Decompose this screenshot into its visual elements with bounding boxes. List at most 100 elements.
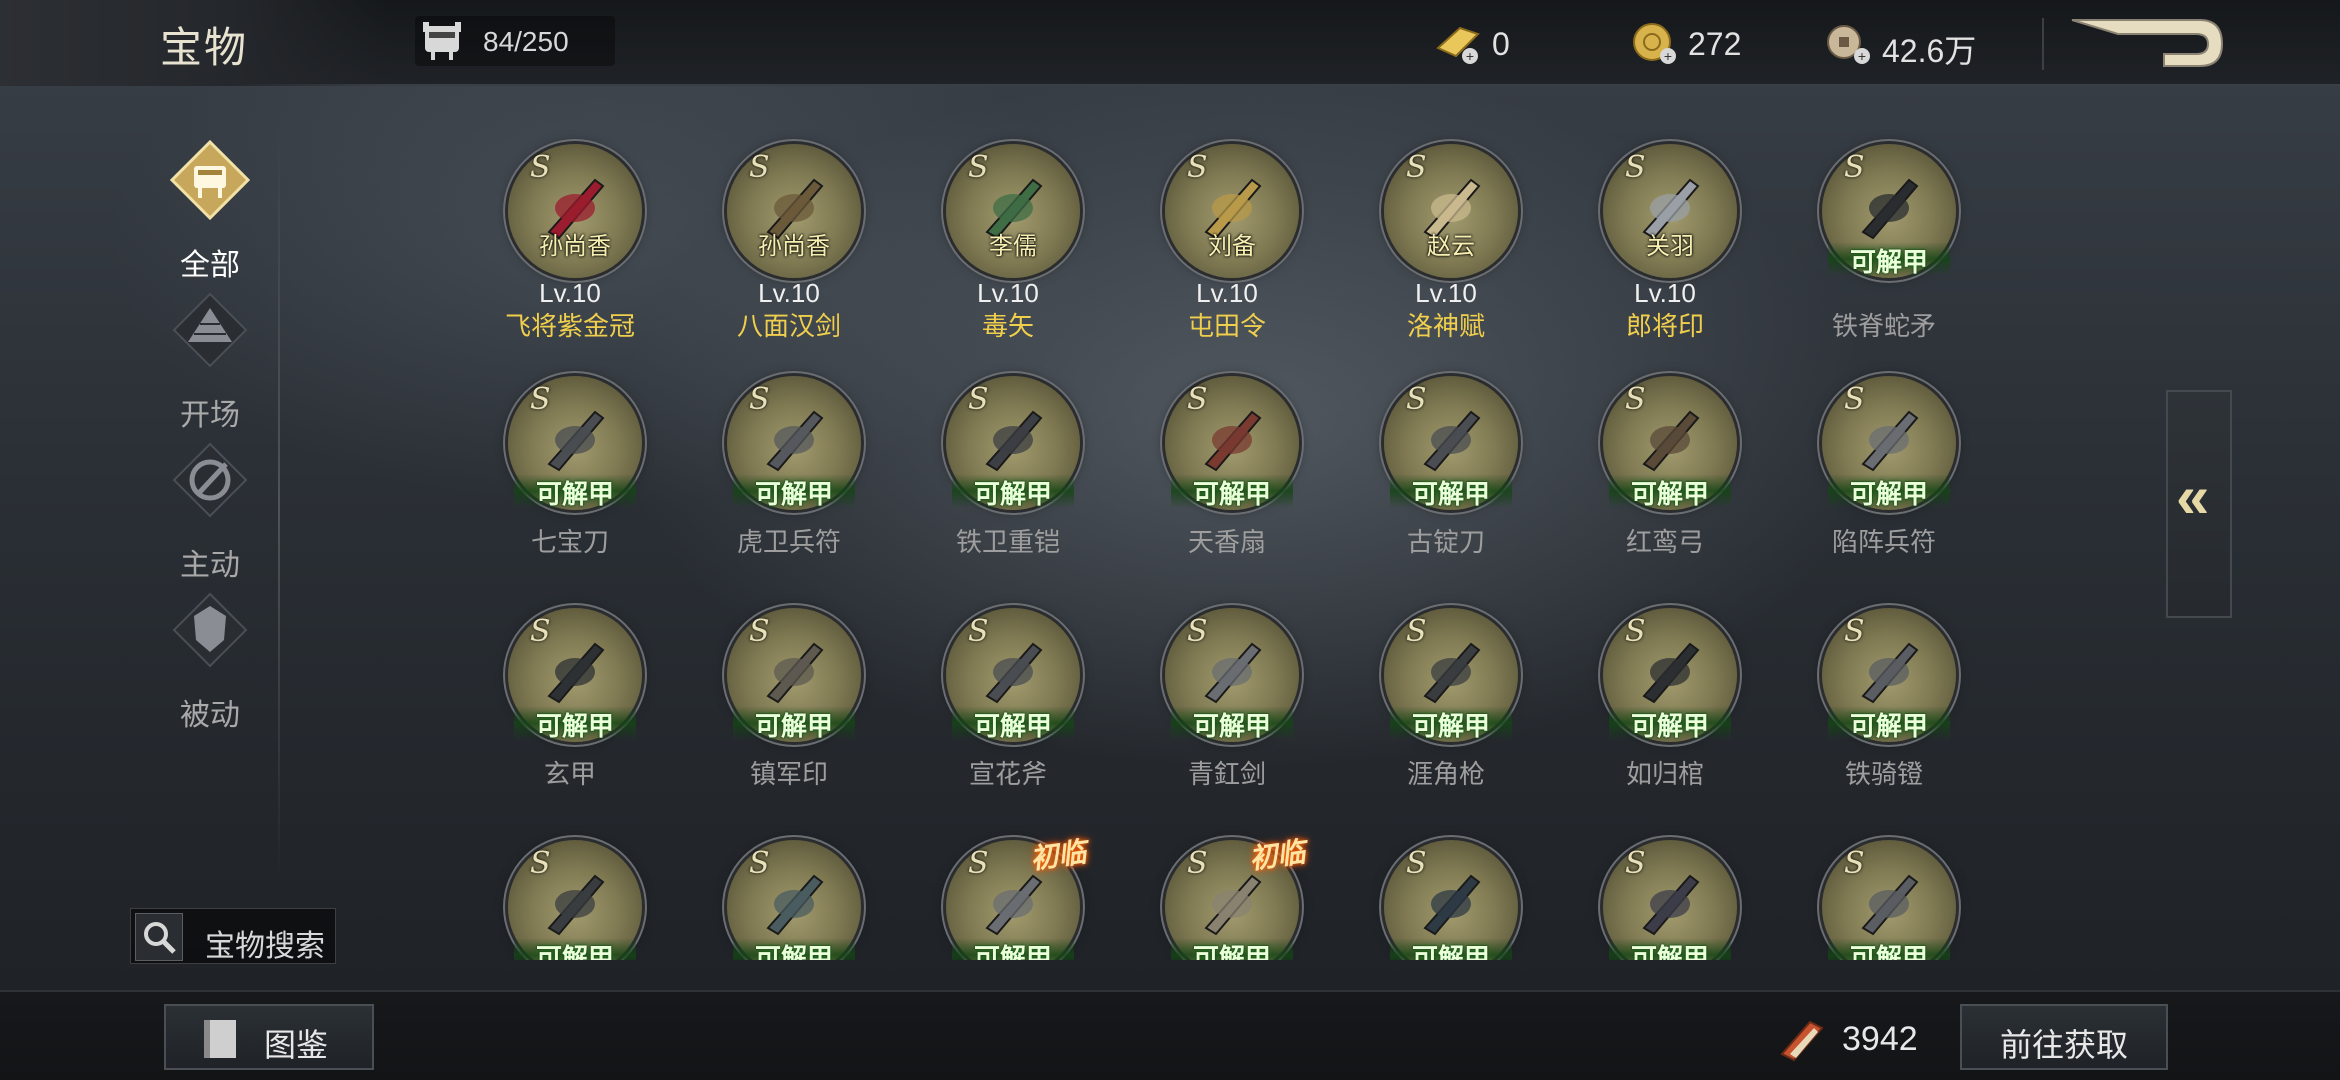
treasure-item[interactable]: S 刘备 Lv.10 屯田令 [1137, 144, 1317, 344]
treasure-level: Lv.10 [1634, 278, 1696, 308]
nav-item-active-skill[interactable]: 主动 [140, 440, 280, 590]
top-bar: 宝物 84/250 + 0 + 272 + 42.6万 [0, 0, 2340, 86]
treasure-item[interactable]: S 可解甲 宣花斧 [918, 608, 1098, 808]
ding-icon [170, 140, 250, 220]
treasure-level: Lv.10 [977, 278, 1039, 308]
treasure-item[interactable]: S 可解甲 如归棺 [1575, 608, 1755, 808]
double-chevron-left-icon: « [2176, 463, 2210, 530]
treasure-item[interactable]: S 可解甲涯角枪 [1356, 608, 1536, 808]
nav-item-opening[interactable]: 开场 [140, 290, 280, 440]
treasure-item[interactable]: S 可解甲 初临 [1137, 836, 1317, 960]
new-arrival-tag: 初临 [1028, 836, 1089, 875]
grade-s-badge: S [1187, 846, 1208, 881]
treasure-item[interactable]: S 孙尚香 Lv.10 八面汉剑 [699, 144, 879, 344]
treasure-orb: S 可解甲 [508, 840, 642, 960]
treasure-search-button[interactable]: 宝物搜索 [130, 908, 336, 964]
unlock-label: 可解甲 [1828, 474, 1950, 509]
equipped-hero-name: 孙尚香 [539, 233, 611, 260]
treasure-item[interactable]: S 孙尚香 Lv.10 飞将紫金冠 [480, 144, 660, 344]
treasure-orb: S 可解甲 [1384, 376, 1518, 510]
unlock-label: 可解甲 [514, 474, 636, 509]
treasure-name: 古锭刀 [1406, 527, 1485, 557]
treasure-orb: S 可解甲 [727, 376, 861, 510]
treasure-name: 七宝刀 [530, 527, 609, 557]
unlock-label: 可解甲 [1828, 938, 1950, 960]
treasure-name: 洛神赋 [1406, 311, 1485, 341]
unlock-label: 可解甲 [514, 706, 636, 741]
treasure-orb: S 孙尚香 [727, 144, 861, 278]
back-arrow-icon[interactable] [2068, 14, 2228, 74]
treasure-item[interactable]: S 可解甲 铁骑镫 [1794, 608, 1974, 808]
unlock-label: 可解甲 [733, 938, 855, 960]
grade-s-badge: S [968, 846, 989, 881]
unlock-label: 可解甲 [1390, 474, 1512, 509]
treasure-item[interactable]: S 可解甲 红鸾弓 [1575, 376, 1755, 576]
treasure-item[interactable]: S 可解甲古锭刀 [1356, 376, 1536, 576]
grade-s-badge: S [968, 614, 989, 649]
treasure-item[interactable]: S 可解甲 铁卫重铠 [918, 376, 1098, 576]
treasure-item[interactable]: S 可解甲 [1356, 840, 1536, 960]
treasure-item[interactable]: S 可解甲镇军印 [699, 608, 879, 808]
unlock-label: 可解甲 [952, 938, 1074, 960]
treasure-item[interactable]: S 可解甲陷阵兵符 [1794, 376, 1974, 576]
grade-s-badge: S [530, 614, 551, 649]
svg-text:+: + [1664, 48, 1672, 64]
equipped-hero-name: 孙尚香 [758, 233, 830, 260]
search-label: 宝物搜索 [205, 930, 325, 963]
treasure-orb: S 关羽 [1603, 144, 1737, 278]
treasure-orb: S 可解甲 [508, 376, 642, 510]
treasure-name: 陷阵兵符 [1831, 527, 1936, 557]
grade-s-badge: S [1406, 614, 1427, 649]
treasure-item[interactable]: S 可解甲七宝刀 [480, 376, 660, 576]
treasure-orb: S 刘备 [1165, 144, 1299, 278]
equipped-hero-name: 关羽 [1646, 233, 1694, 260]
nav-item-all[interactable]: 全部 [140, 140, 280, 290]
treasure-item[interactable]: S 可解甲 [1575, 840, 1755, 960]
treasure-name: 毒矢 [981, 311, 1034, 341]
treasure-item[interactable]: S 可解甲 [699, 840, 879, 960]
treasure-item[interactable]: S 可解甲 初临 [918, 836, 1098, 960]
treasure-orb: S 可解甲 [727, 840, 861, 960]
go-obtain-button[interactable]: 前往获取 [1960, 1004, 2168, 1070]
collapse-panel-button[interactable]: « [2166, 390, 2232, 618]
treasure-orb: S 可解甲 [1603, 376, 1737, 510]
nav-item-passive[interactable]: 被动 [140, 590, 280, 740]
treasure-item[interactable]: S 关羽 Lv.10 郎将印 [1575, 144, 1755, 344]
treasure-name: 天香扇 [1187, 527, 1266, 557]
treasure-item[interactable]: S 可解甲 玄甲 [480, 608, 660, 808]
treasure-name: 镇军印 [749, 759, 828, 789]
title-banner: 宝物 [0, 0, 390, 86]
treasure-name: 虎卫兵符 [736, 527, 841, 557]
treasure-orb: S 可解甲 [727, 608, 861, 742]
unlock-label: 可解甲 [1390, 706, 1512, 741]
treasure-item[interactable]: S 可解甲 铁脊蛇矛 [1794, 144, 1974, 344]
treasure-name: 涯角枪 [1406, 759, 1485, 789]
treasure-item[interactable]: S 赵云 Lv.10 洛神赋 [1356, 144, 1536, 344]
grade-s-badge: S [1187, 382, 1208, 417]
grade-s-badge: S [530, 382, 551, 417]
treasure-orb: S 可解甲 [946, 376, 1080, 510]
treasure-item[interactable]: S 可解甲 青釭剑 [1137, 608, 1317, 808]
gold-coin-plus-icon: + [1633, 23, 1676, 64]
treasure-item[interactable]: S 可解甲 [480, 840, 660, 960]
treasure-item[interactable]: S 可解甲 [1794, 840, 1974, 960]
gold-coin-value: 272 [1688, 26, 1742, 62]
gold-bar-value: 0 [1492, 26, 1510, 62]
grade-s-badge: S [1844, 382, 1865, 417]
catalog-label: 图鉴 [264, 1027, 329, 1063]
unlock-label: 可解甲 [1171, 938, 1293, 960]
treasure-item[interactable]: S 李儒 Lv.10 毒矢 [918, 144, 1098, 344]
svg-text:+: + [1466, 48, 1474, 64]
scroll-token-icon [1780, 1020, 1824, 1062]
equipped-hero-name: 刘备 [1208, 233, 1256, 260]
grade-s-badge: S [1406, 150, 1427, 185]
pyramid-icon [172, 292, 248, 368]
treasure-item[interactable]: S 可解甲 天香扇 [1137, 376, 1317, 576]
treasure-level: Lv.10 [1196, 278, 1258, 308]
catalog-button[interactable]: 图鉴 [164, 1004, 374, 1070]
treasure-item[interactable]: S 可解甲虎卫兵符 [699, 376, 879, 576]
slash-icon [172, 442, 248, 518]
treasure-name: 铁骑镫 [1844, 759, 1923, 789]
grade-s-badge: S [530, 150, 551, 185]
treasure-orb: S 可解甲 [1384, 608, 1518, 742]
